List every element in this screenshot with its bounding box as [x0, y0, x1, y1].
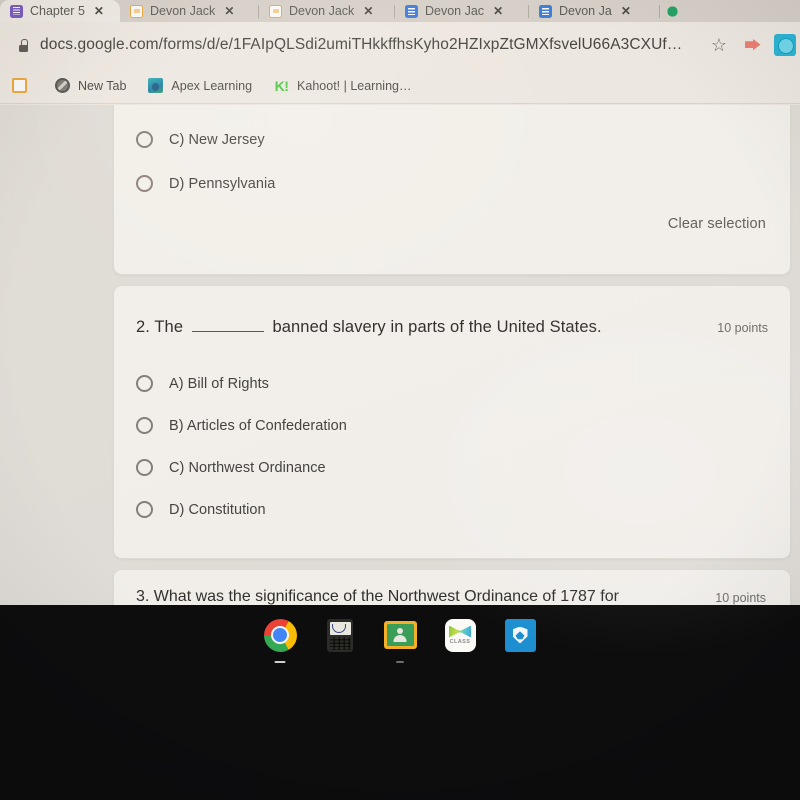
- radio-button-icon[interactable]: [136, 501, 153, 518]
- app-running-indicator: [396, 660, 404, 663]
- forms-icon: [405, 4, 418, 18]
- question-2-header: 2. The banned slavery in parts of the Un…: [114, 318, 790, 337]
- radio-button-icon[interactable]: [136, 175, 153, 192]
- question-2-text: 2. The banned slavery in parts of the Un…: [136, 318, 703, 337]
- lock-icon: [18, 38, 29, 52]
- browser-tab-4-label: Devon Ja: [559, 4, 612, 18]
- bookmark-item-3-label: Kahoot! | Learning…: [297, 78, 412, 93]
- forms-icon: [539, 4, 552, 18]
- slides-icon: [12, 78, 27, 93]
- tab-loading-icon: [666, 5, 679, 18]
- chromebook-screen-photo: Chapter 5 ✕ Devon Jack ✕ Devon Jack ✕ De…: [0, 0, 800, 800]
- question-2-text-after: banned slavery in parts of the United St…: [272, 318, 602, 336]
- class-app-icon: CLASS: [444, 618, 476, 652]
- class-app-label: CLASS: [449, 638, 471, 645]
- question-2-option-a[interactable]: A) Bill of Rights: [114, 375, 790, 392]
- browser-toolbar: docs.google.com/forms/d/e/1FAIpQLSdi2umi…: [0, 22, 800, 68]
- question-1-option-d[interactable]: D) Pennsylvania: [114, 175, 790, 192]
- radio-button-icon[interactable]: [136, 375, 153, 392]
- question-3-card: 3. What was the significance of the Nort…: [113, 569, 791, 605]
- apex-learning-icon: [148, 78, 164, 93]
- question-2-option-a-label: A) Bill of Rights: [169, 375, 269, 392]
- docs-icon: [10, 4, 23, 18]
- chrome-icon: [263, 618, 297, 652]
- classroom-board: [386, 624, 414, 646]
- shelf-app-calculator[interactable]: [323, 618, 357, 652]
- app-running-indicator: [274, 660, 286, 663]
- question-2-option-c[interactable]: C) Northwest Ordinance: [114, 459, 790, 476]
- radio-button-icon[interactable]: [136, 131, 153, 148]
- address-bar-url[interactable]: docs.google.com/forms/d/e/1FAIpQLSdi2umi…: [40, 36, 682, 54]
- google-classroom-icon: [383, 621, 417, 649]
- globe-icon: [55, 78, 70, 93]
- bookmark-item-1-label: New Tab: [78, 78, 127, 93]
- radio-button-icon[interactable]: [136, 459, 153, 476]
- question-1-option-c-label: C) New Jersey: [169, 131, 265, 148]
- question-2-option-c-label: C) Northwest Ordinance: [169, 459, 326, 476]
- question-2-option-b-label: B) Articles of Confederation: [169, 417, 347, 434]
- bookmark-item-2-label: Apex Learning: [171, 78, 253, 93]
- question-2-points: 10 points: [717, 321, 768, 335]
- bookmark-item-kahoot[interactable]: K! Kahoot! | Learning…: [274, 77, 412, 94]
- shelf-app-dock: CLASS: [0, 605, 800, 665]
- profile-avatar[interactable]: [774, 34, 796, 56]
- calculator-keypad: [329, 636, 351, 650]
- bookmarks-bar: New Tab Apex Learning K! Kahoot! | Learn…: [0, 68, 800, 104]
- question-3-text: 3. What was the significance of the Nort…: [136, 588, 619, 605]
- question-3-points: 10 points: [715, 591, 766, 605]
- browser-tab-4[interactable]: Devon Ja ✕: [529, 0, 659, 22]
- browser-tab-1[interactable]: Devon Jack ✕: [120, 0, 258, 22]
- question-1-card: C) New Jersey D) Pennsylvania Clear sele…: [113, 105, 791, 275]
- shelf-app-shield[interactable]: [503, 618, 537, 652]
- chromeos-shelf: CLASS: [0, 605, 800, 800]
- extension-icon[interactable]: [745, 39, 762, 52]
- question-1-option-d-label: D) Pennsylvania: [169, 175, 276, 192]
- browser-tab-1-label: Devon Jack: [150, 4, 216, 18]
- class-bowtie-glyph: [449, 625, 471, 638]
- close-icon[interactable]: ✕: [94, 4, 104, 18]
- google-form-page: C) New Jersey D) Pennsylvania Clear sele…: [0, 105, 800, 605]
- shield-icon: [504, 618, 536, 652]
- close-icon[interactable]: ✕: [493, 4, 503, 18]
- bookmark-item-new-tab[interactable]: New Tab: [55, 78, 126, 93]
- browser-tab-0-label: Chapter 5: [30, 4, 85, 18]
- extension-glyph: [745, 39, 761, 51]
- browser-tab-strip: Chapter 5 ✕ Devon Jack ✕ Devon Jack ✕ De…: [0, 0, 800, 22]
- clear-selection-button[interactable]: Clear selection: [668, 216, 766, 232]
- question-2-number: 2.: [136, 318, 150, 336]
- slides-icon: [269, 4, 282, 18]
- browser-tab-2[interactable]: Devon Jack ✕: [259, 0, 394, 22]
- question-1-option-c[interactable]: C) New Jersey: [114, 131, 790, 148]
- question-2-option-d[interactable]: D) Constitution: [114, 501, 790, 518]
- classroom-person-head: [397, 628, 403, 634]
- browser-tab-3-label: Devon Jac: [425, 4, 485, 18]
- bookmark-star-icon[interactable]: ☆: [710, 36, 728, 54]
- tab-divider: [659, 4, 660, 18]
- classroom-person-body: [393, 635, 407, 642]
- calculator-icon: [327, 618, 353, 652]
- shield-glyph: [512, 626, 528, 644]
- question-2-option-d-label: D) Constitution: [169, 501, 266, 518]
- close-icon[interactable]: ✕: [621, 4, 631, 18]
- shelf-app-class[interactable]: CLASS: [443, 618, 477, 652]
- shelf-app-chrome[interactable]: [263, 618, 297, 663]
- shelf-app-google-classroom[interactable]: [383, 618, 417, 663]
- question-2-card: 2. The banned slavery in parts of the Un…: [113, 285, 791, 559]
- close-icon[interactable]: ✕: [224, 4, 234, 18]
- close-icon[interactable]: ✕: [363, 4, 373, 18]
- bookmark-item-apex-learning[interactable]: Apex Learning: [148, 78, 252, 93]
- slides-icon: [130, 4, 143, 18]
- radio-button-icon[interactable]: [136, 417, 153, 434]
- browser-tab-2-label: Devon Jack: [289, 4, 355, 18]
- question-2-option-b[interactable]: B) Articles of Confederation: [114, 417, 790, 434]
- browser-tab-3[interactable]: Devon Jac ✕: [395, 0, 528, 22]
- question-2-blank: [191, 319, 264, 332]
- bookmark-item-0[interactable]: [12, 78, 35, 93]
- question-2-text-before: The: [154, 318, 184, 336]
- browser-tab-0[interactable]: Chapter 5 ✕: [0, 0, 120, 22]
- kahoot-icon: K!: [274, 77, 289, 94]
- chrome-browser-window: Chapter 5 ✕ Devon Jack ✕ Devon Jack ✕ De…: [0, 0, 800, 605]
